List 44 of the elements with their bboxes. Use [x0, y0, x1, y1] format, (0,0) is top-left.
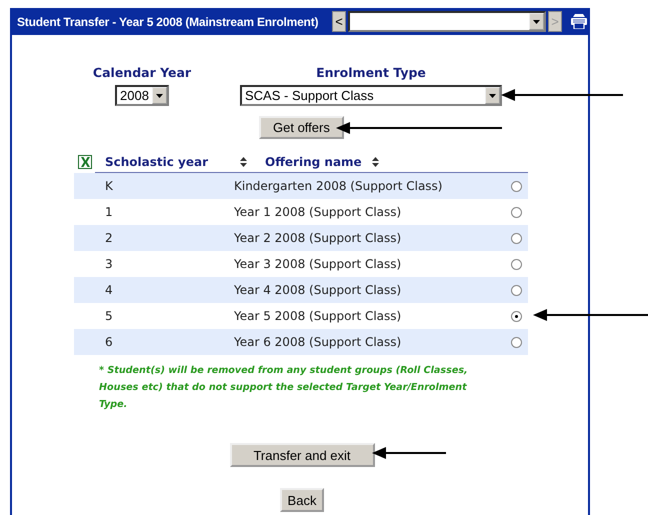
dropdown-button[interactable]	[485, 87, 500, 104]
radio-button[interactable]	[511, 258, 522, 270]
radio-button[interactable]	[511, 232, 522, 244]
excel-icon[interactable]	[78, 154, 92, 168]
table-cell-text: Kindergarten 2008 (Support Class)	[234, 179, 444, 193]
table-cell-text: 5	[104, 309, 114, 323]
print-icon[interactable]	[571, 14, 587, 29]
previous-button[interactable]: <	[332, 11, 346, 32]
table-cell-text: Year 1 2008 (Support Class)	[234, 205, 402, 219]
student-select[interactable]	[348, 11, 546, 32]
radio-button[interactable]	[511, 284, 522, 296]
table-cell-text: K	[104, 179, 114, 193]
table-cell-text: Year 2 2008 (Support Class)	[234, 231, 402, 245]
table-cell-text: 6	[104, 335, 114, 349]
table-cell-text: 1	[104, 205, 114, 219]
table-cell-text: 3	[104, 257, 114, 271]
note-text: * Student(s) will be removed from any student groups (Roll Classes, Houses etc) that do not support the selected Target Year/Enrolment Type.	[99, 364, 469, 412]
back-button[interactable]: Back	[280, 488, 324, 512]
transfer-and-exit-button[interactable]: Transfer and exit	[230, 443, 374, 467]
column-header[interactable]: Offering name	[265, 154, 362, 168]
table-cell-text: Year 4 2008 (Support Class)	[234, 283, 402, 297]
sort-icon[interactable]	[240, 156, 247, 166]
table-cell-text: Year 6 2008 (Support Class)	[234, 335, 402, 349]
window-title: Student Transfer - Year 5 2008 (Mainstream Enrolment)	[16, 14, 320, 28]
caret-icon	[533, 20, 540, 24]
radio-button[interactable]	[511, 336, 522, 348]
table-cell-text: Year 5 2008 (Support Class)	[234, 309, 402, 323]
radio-button[interactable]	[511, 310, 522, 322]
radio-button[interactable]	[511, 206, 522, 218]
field-label: Enrolment Type	[316, 65, 426, 80]
sort-icon[interactable]	[372, 156, 379, 166]
enrolment-type-select[interactable]: SCAS - Support Class	[240, 85, 502, 106]
table-cell-text: Year 3 2008 (Support Class)	[234, 257, 402, 271]
field-label: Calendar Year	[92, 65, 192, 80]
get-offers-button[interactable]: Get offers	[259, 116, 344, 139]
dropdown-button[interactable]	[529, 13, 544, 30]
caret-icon	[156, 94, 163, 98]
year-select[interactable]: 2008	[115, 85, 169, 106]
dropdown-button[interactable]	[152, 87, 167, 104]
table-cell-text: 4	[104, 283, 114, 297]
caret-icon	[489, 94, 496, 98]
column-header[interactable]: Scholastic year	[105, 154, 240, 168]
radio-button[interactable]	[511, 180, 522, 192]
table-cell-text: 2	[104, 231, 114, 245]
